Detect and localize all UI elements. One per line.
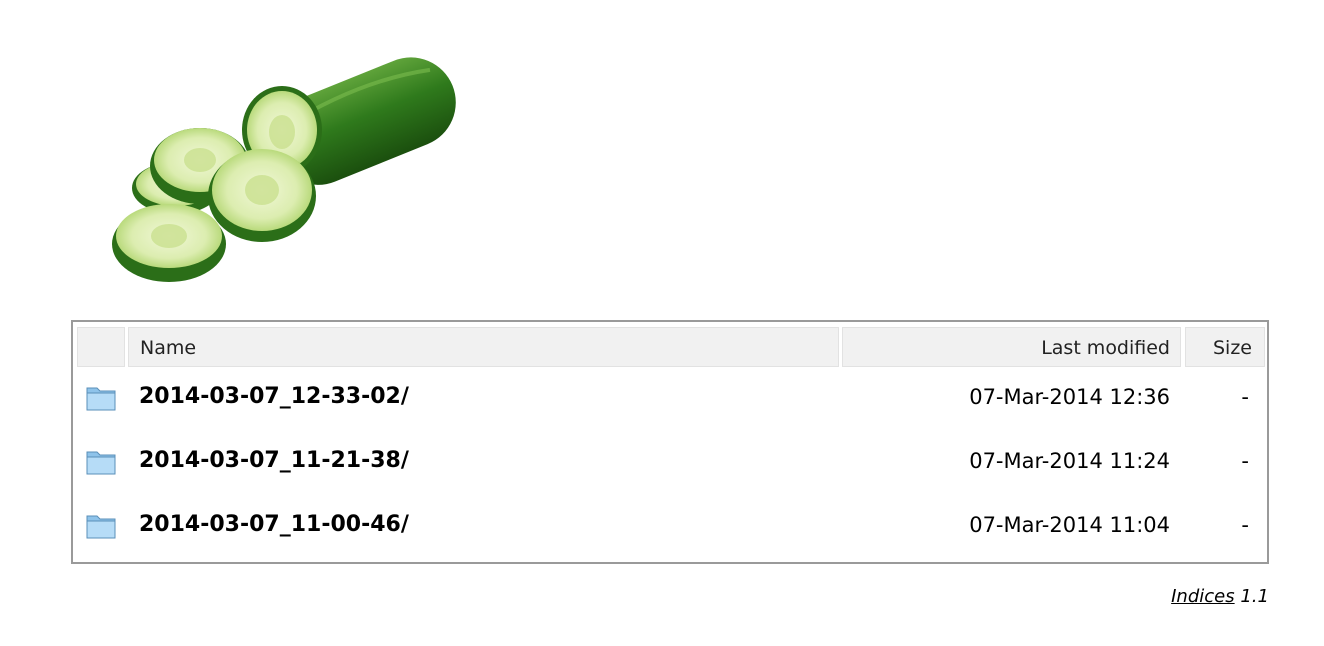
directory-link[interactable]: 2014-03-07_11-00-46/ (139, 512, 409, 537)
directory-listing-table: Name Last modified Size 2014-03-07_12-33… (71, 320, 1269, 564)
header-last-modified[interactable]: Last modified (842, 327, 1181, 367)
header-name[interactable]: Name (128, 327, 839, 367)
directory-link[interactable]: 2014-03-07_11-21-38/ (139, 448, 409, 473)
header-icon-column (77, 327, 125, 367)
size-value: - (1241, 449, 1249, 473)
last-modified-value: 07-Mar-2014 11:04 (969, 513, 1170, 537)
footer-credit: Indices 1.1 (1171, 586, 1269, 607)
folder-icon[interactable] (85, 510, 117, 540)
header-size[interactable]: Size (1185, 327, 1265, 367)
folder-icon[interactable] (85, 446, 117, 476)
last-modified-value: 07-Mar-2014 12:36 (969, 385, 1170, 409)
directory-index-page: Name Last modified Size 2014-03-07_12-33… (0, 0, 1324, 646)
size-value: - (1241, 385, 1249, 409)
directory-link[interactable]: 2014-03-07_12-33-02/ (139, 384, 409, 409)
table-row: 2014-03-07_11-21-38/ 07-Mar-2014 11:24 - (73, 434, 1267, 498)
folder-icon[interactable] (85, 382, 117, 412)
size-value: - (1241, 513, 1249, 537)
table-row: 2014-03-07_12-33-02/ 07-Mar-2014 12:36 - (73, 370, 1267, 434)
cucumber-logo (112, 57, 456, 282)
last-modified-value: 07-Mar-2014 11:24 (969, 449, 1170, 473)
version-label: 1.1 (1240, 586, 1269, 607)
table-row: 2014-03-07_11-00-46/ 07-Mar-2014 11:04 - (73, 498, 1267, 562)
indices-link[interactable]: Indices (1171, 586, 1235, 607)
